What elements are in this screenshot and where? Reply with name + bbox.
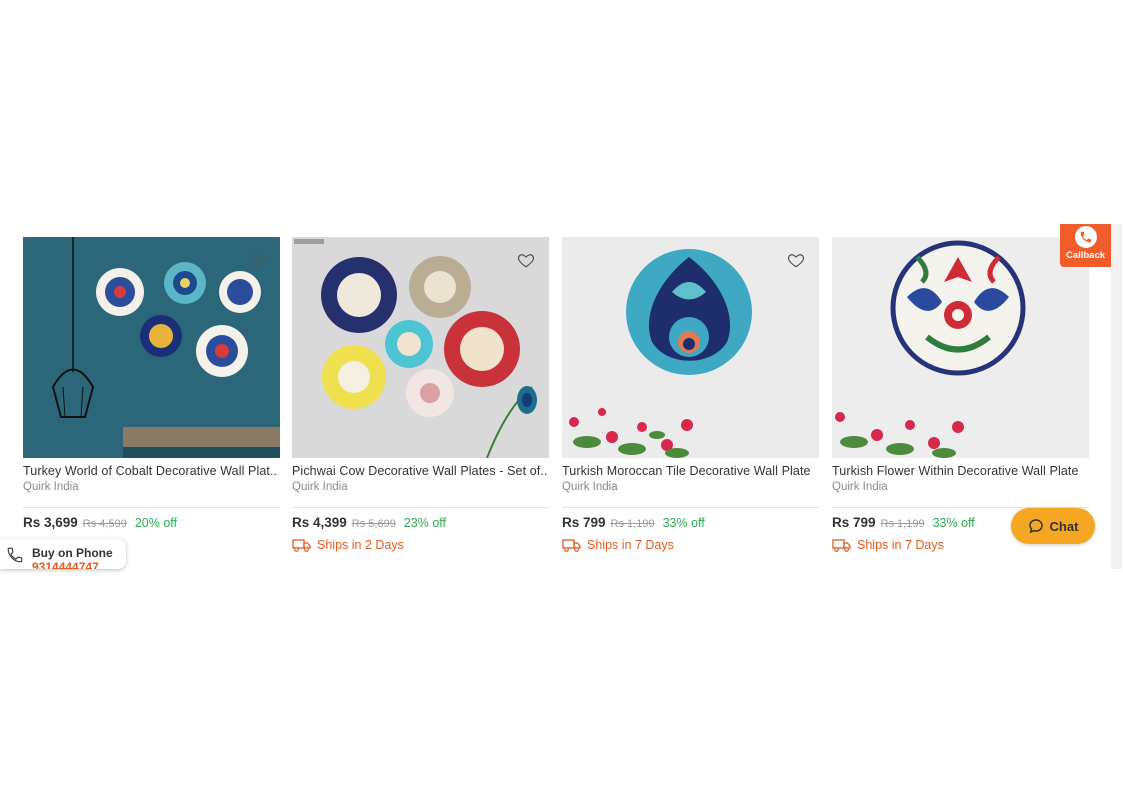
product-brand: Quirk India — [23, 481, 79, 493]
original-price: Rs 1,199 — [880, 518, 925, 530]
price-row: Rs 4,399 Rs 5,699 23% off — [292, 515, 549, 530]
chat-label: Chat — [1049, 518, 1079, 534]
sale-price: Rs 799 — [562, 515, 606, 530]
product-image[interactable] — [292, 237, 549, 458]
heart-icon[interactable] — [517, 251, 535, 269]
buy-on-phone-label: Buy on Phone — [32, 546, 113, 560]
divider — [562, 507, 819, 508]
truck-icon — [832, 538, 851, 552]
product-title[interactable]: Turkey World of Cobalt Decorative Wall P… — [23, 464, 280, 478]
buy-on-phone-widget[interactable]: Buy on Phone 9314444747 — [0, 539, 126, 569]
product-brand: Quirk India — [832, 481, 888, 493]
heart-icon[interactable] — [787, 251, 805, 269]
shipping-text: Ships in 7 Days — [857, 538, 944, 552]
scrollbar[interactable] — [1111, 224, 1122, 569]
product-card[interactable]: Pichwai Cow Decorative Wall Plates - Set… — [292, 237, 549, 552]
shipping-text: Ships in 2 Days — [317, 538, 404, 552]
sale-price: Rs 4,399 — [292, 515, 347, 530]
product-image[interactable] — [562, 237, 819, 458]
discount-label: 33% off — [662, 516, 705, 530]
truck-icon — [562, 538, 581, 552]
shipping-info: Ships in 2 Days — [292, 538, 549, 552]
chat-bubble-icon — [1028, 519, 1043, 534]
discount-label: 23% off — [403, 516, 446, 530]
truck-icon — [292, 538, 311, 552]
product-title[interactable]: Pichwai Cow Decorative Wall Plates - Set… — [292, 464, 549, 478]
product-card[interactable]: Turkey World of Cobalt Decorative Wall P… — [23, 237, 280, 552]
product-title[interactable]: Turkish Moroccan Tile Decorative Wall Pl… — [562, 464, 819, 478]
phone-icon — [7, 547, 23, 563]
chat-button[interactable]: Chat — [1011, 508, 1095, 544]
discount-label: 20% off — [134, 516, 177, 530]
phone-number[interactable]: 9314444747 — [32, 560, 99, 569]
original-price: Rs 4,599 — [82, 518, 127, 530]
product-card[interactable]: Turkish Moroccan Tile Decorative Wall Pl… — [562, 237, 819, 552]
product-image[interactable] — [23, 237, 280, 458]
shipping-info: Ships in 7 Days — [562, 538, 819, 552]
divider — [292, 507, 549, 508]
price-row: Rs 799 Rs 1,199 33% off — [562, 515, 819, 530]
callback-label: Callback — [1065, 250, 1106, 261]
discount-label: 33% off — [932, 516, 975, 530]
product-title[interactable]: Turkish Flower Within Decorative Wall Pl… — [832, 464, 1089, 478]
price-row: Rs 3,699 Rs 4,599 20% off — [23, 515, 280, 530]
sale-price: Rs 799 — [832, 515, 876, 530]
product-image[interactable] — [832, 237, 1089, 458]
shipping-text: Ships in 7 Days — [587, 538, 674, 552]
product-card[interactable]: Turkish Flower Within Decorative Wall Pl… — [832, 237, 1089, 552]
callback-button[interactable]: Callback — [1060, 224, 1111, 267]
product-brand: Quirk India — [562, 481, 618, 493]
original-price: Rs 1,199 — [610, 518, 655, 530]
original-price: Rs 5,699 — [351, 518, 396, 530]
phone-icon — [1074, 226, 1097, 248]
heart-icon[interactable] — [248, 251, 266, 269]
product-brand: Quirk India — [292, 481, 348, 493]
divider — [23, 507, 280, 508]
sale-price: Rs 3,699 — [23, 515, 78, 530]
